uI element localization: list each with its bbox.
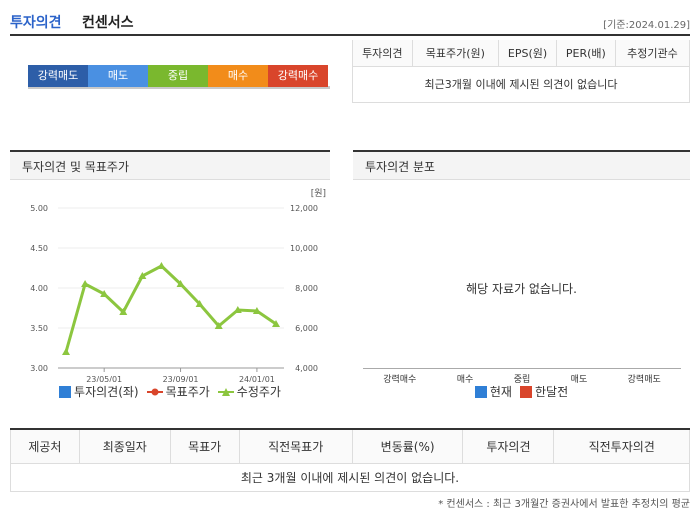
- scale-neutral: 중립: [148, 65, 208, 87]
- data-point: [81, 280, 90, 287]
- y-right-tick-label: 12,000: [290, 204, 318, 213]
- col-target-price: 목표주가(원): [411, 40, 500, 67]
- current-swatch: [474, 385, 487, 398]
- unit-label: [원]: [311, 188, 326, 199]
- y-left-tick-label: 4.50: [30, 244, 48, 253]
- month-ago-swatch: [519, 385, 532, 398]
- col-opinion: 투자의견: [352, 40, 413, 67]
- consensus-empty-message: 최근3개월 이내에 제시된 의견이 없습니다: [352, 65, 690, 103]
- series-line: [64, 264, 277, 353]
- data-point: [157, 262, 166, 269]
- x-tick-label: 23/09/01: [163, 375, 199, 382]
- legend-target-label: 목표주가: [165, 385, 210, 399]
- col-prev-target: 직전목표가: [238, 428, 353, 464]
- price-chart: [원] 5.00 12,000 4.50 10,000 4.00 8,000 3.50 6,0…: [30, 188, 326, 382]
- right-legend: 현재 한달전: [353, 383, 690, 400]
- y-left-tick-label: 3.00: [30, 364, 48, 373]
- col-target: 목표가: [169, 428, 240, 464]
- distribution-empty-message: 해당 자료가 없습니다.: [466, 282, 577, 296]
- col-per: PER(배): [555, 40, 616, 67]
- section-header: 투자의견 컨센서스 [기준:2024.01.29]: [10, 8, 690, 36]
- opinion-target-chart-panel: 투자의견 및 목표주가 [원] 5.00 12,000 4.50 10,000 4.00…: [10, 150, 330, 400]
- header-title-opinion: 투자의견: [10, 15, 62, 31]
- y-right-tick-label: 6,000: [295, 324, 318, 333]
- legend-adjusted: 수정주가: [217, 383, 281, 400]
- opinion-swatch: [59, 385, 72, 398]
- left-panel-title: 투자의견 및 목표주가: [10, 150, 330, 180]
- y-right-tick-label: 4,000: [295, 364, 318, 373]
- consensus-table: 투자의견 목표주가(원) EPS(원) PER(배) 추정기관수 최근3개월 이…: [352, 40, 691, 103]
- y-right-tick-label: 8,000: [295, 284, 318, 293]
- legend-opinion-label: 투자의견(좌): [74, 385, 139, 399]
- col-provider: 제공처: [10, 428, 80, 464]
- legend-adjusted-label: 수정주가: [236, 385, 281, 399]
- footnote: * 컨센서스 : 최근 3개월간 증권사에서 발표한 추정치의 평균: [438, 499, 690, 510]
- col-change-rate: 변동률(%): [351, 428, 464, 464]
- base-date: [기준:2024.01.29]: [603, 20, 690, 31]
- col-prev-opinion: 직전투자의견: [553, 428, 690, 464]
- x-tick-label: 23/05/01: [86, 375, 122, 382]
- left-legend: 투자의견(좌) 목표주가 수정주가: [10, 383, 330, 400]
- header-title-consensus: 컨센서스: [82, 15, 134, 31]
- y-left-tick-label: 4.00: [30, 284, 48, 293]
- adjusted-marker-icon: [217, 387, 234, 396]
- data-point: [62, 348, 70, 355]
- provider-empty-message: 최근 3개월 이내에 제시된 의견이 없습니다.: [10, 462, 690, 492]
- opinion-distribution-panel: 투자의견 분포 해당 자료가 없습니다. 강력매수 매수 중립 매도 강력매도 …: [353, 150, 690, 400]
- provider-table: 제공처 최종일자 목표가 직전목표가 변동률(%) 투자의견 직전투자의견 최근…: [10, 428, 690, 492]
- scale-buy: 매수: [208, 65, 268, 87]
- y-left-tick-label: 5.00: [30, 204, 48, 213]
- y-left-tick-label: 3.50: [30, 324, 48, 333]
- legend-month-ago-label: 한달전: [534, 385, 569, 399]
- opinion-scale: 강력매도 매도 중립 매수 강력매수: [28, 65, 330, 89]
- legend-current-label: 현재: [489, 385, 512, 399]
- col-opinion: 투자의견: [462, 428, 555, 464]
- right-panel-title: 투자의견 분포: [353, 150, 690, 180]
- legend-target: 목표주가: [146, 383, 210, 400]
- col-eps: EPS(원): [498, 40, 557, 67]
- x-tick-label: 24/01/01: [239, 375, 275, 382]
- col-agency-count: 추정기관수: [614, 40, 691, 67]
- scale-strong-buy: 강력매수: [268, 65, 328, 87]
- scale-sell: 매도: [88, 65, 148, 87]
- y-right-tick-label: 10,000: [290, 244, 318, 253]
- legend-opinion: 투자의견(좌): [59, 383, 139, 400]
- legend-current: 현재: [474, 383, 512, 400]
- col-last-date: 최종일자: [78, 428, 171, 464]
- scale-strong-sell: 강력매도: [28, 65, 88, 87]
- target-marker-icon: [146, 388, 163, 395]
- legend-month-ago: 한달전: [519, 383, 569, 400]
